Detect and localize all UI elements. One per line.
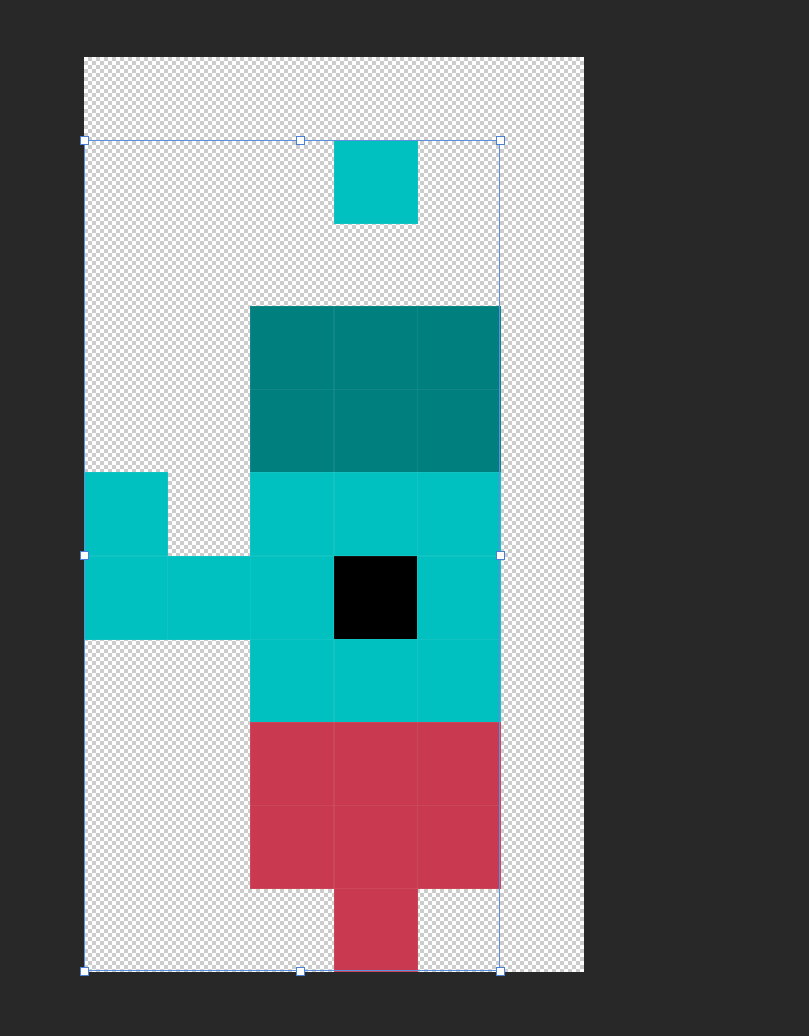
pixel-cell [333, 389, 418, 474]
pixel-cell [250, 306, 335, 391]
pixel-art-layer[interactable] [84, 140, 501, 972]
pixel-cell [250, 472, 335, 557]
pixel-cell [416, 555, 501, 640]
resize-handle-top-right[interactable] [495, 135, 505, 145]
pixel-cell [333, 306, 418, 391]
pixel-cell [333, 555, 418, 640]
pixel-cell [416, 389, 501, 474]
resize-handle-middle-right[interactable] [495, 551, 505, 560]
pixel-cell [250, 638, 335, 723]
editor-workspace [0, 0, 809, 1036]
pixel-cell [416, 721, 501, 806]
pixel-cell [333, 804, 418, 889]
pixel-cell [333, 638, 418, 723]
pixel-cell [250, 721, 335, 806]
resize-handle-bottom-center[interactable] [295, 966, 305, 976]
pixel-cell [333, 721, 418, 806]
pixel-cell [250, 555, 335, 640]
pixel-cell [333, 472, 418, 557]
pixel-cell [84, 555, 168, 640]
resize-handle-middle-left[interactable] [79, 551, 89, 560]
pixel-cell [250, 804, 335, 889]
pixel-cell [416, 638, 501, 723]
resize-handle-top-left[interactable] [79, 135, 89, 145]
resize-handle-bottom-left[interactable] [79, 966, 89, 976]
pixel-cell [416, 472, 501, 557]
resize-handle-top-center[interactable] [295, 135, 305, 145]
pixel-cell [84, 472, 168, 557]
pixel-cell [416, 804, 501, 889]
pixel-cell [250, 389, 335, 474]
resize-handle-bottom-right[interactable] [495, 966, 505, 976]
pixel-cell [167, 555, 252, 640]
pixel-cell [416, 306, 501, 391]
pixel-cell [333, 140, 418, 224]
pixel-cell [333, 887, 418, 972]
